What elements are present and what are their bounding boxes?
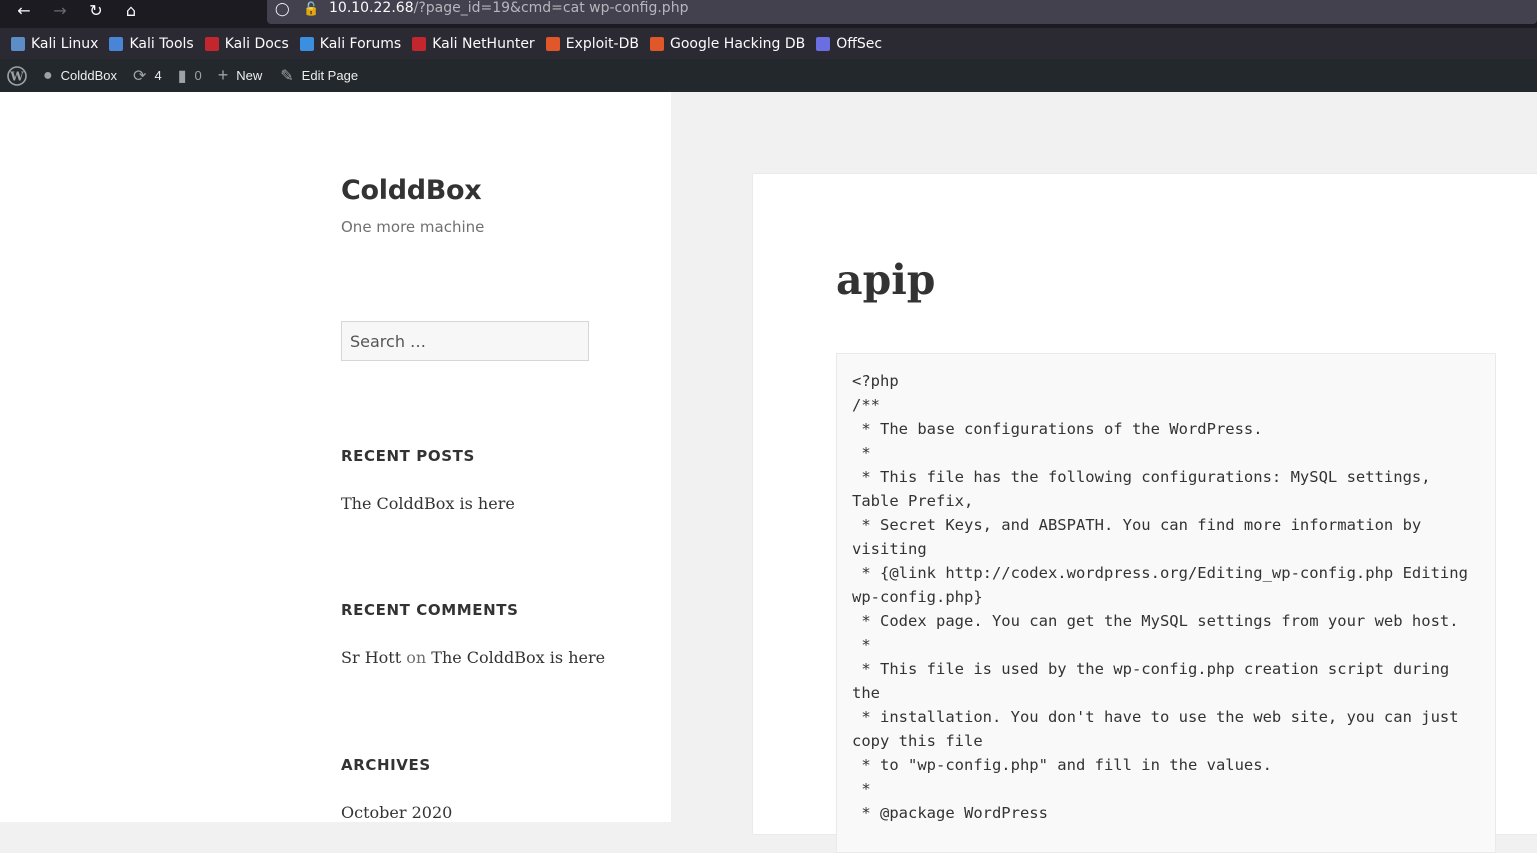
updates-count: 4 <box>154 68 162 83</box>
home-icon[interactable]: ⌂ <box>117 0 145 20</box>
comments-count: 0 <box>194 68 202 83</box>
code-line: Table Prefix, <box>852 492 974 510</box>
plus-icon: + <box>217 65 229 85</box>
url-bar[interactable]: ◯ 🔓 10.10.22.68/?page_id=19&cmd=cat wp-c… <box>267 0 1537 24</box>
code-line: visiting <box>852 540 927 558</box>
code-line: wp-config.php} <box>852 588 983 606</box>
code-line: * Codex page. You can get the MySQL sett… <box>852 612 1459 630</box>
code-line: * @package WordPress <box>852 804 1048 822</box>
back-arrow-icon[interactable]: ← <box>10 0 38 20</box>
bookmark-favicon-icon <box>299 36 314 51</box>
bookmark-label: Kali Forums <box>319 35 402 52</box>
tracking-shield-icon[interactable]: ◯ <box>275 2 290 17</box>
comment-on-text: on <box>406 648 427 667</box>
new-content-menu[interactable]: + New <box>218 59 263 92</box>
code-line: * <box>852 636 871 654</box>
bookmark-label: Exploit-DB <box>565 35 639 52</box>
svg-text:W: W <box>9 69 24 83</box>
code-line: * <box>852 780 871 798</box>
edit-page-label: Edit Page <box>301 68 359 83</box>
code-line: * Secret Keys, and ABSPATH. You can find… <box>852 516 1422 534</box>
bookmark-label: OffSec <box>836 35 883 52</box>
bookmark-label: Kali NetHunter <box>432 35 535 52</box>
page-article: apip <?php /** * The base configurations … <box>753 174 1537 853</box>
bookmark-item[interactable]: Google Hacking DB <box>649 35 806 52</box>
bookmark-favicon-icon <box>11 36 25 51</box>
bookmark-favicon-icon <box>545 36 560 51</box>
forward-arrow-icon[interactable]: → <box>46 0 74 20</box>
bookmark-item[interactable]: Exploit-DB <box>545 35 639 52</box>
wordpress-logo-icon[interactable]: W <box>7 59 27 92</box>
new-label: New <box>236 68 263 83</box>
bookmark-favicon-icon <box>204 36 219 51</box>
bookmark-favicon-icon <box>109 36 124 51</box>
code-line: /** <box>852 396 880 414</box>
sidebar: ColddBox One more machine RECENT POSTS T… <box>0 92 671 822</box>
page-title: apip <box>836 256 936 304</box>
wordpress-logo-svg: W <box>7 65 27 86</box>
updates-menu[interactable]: ⟳ 4 <box>133 59 162 92</box>
site-name-menu[interactable]: ● ColddBox <box>43 59 117 92</box>
recent-comment-item: Sr Hott on The ColddBox is here <box>341 648 605 667</box>
comment-bubble-icon: ▮ <box>177 67 187 85</box>
recent-post-link[interactable]: The ColddBox is here <box>341 494 515 513</box>
wp-admin-bar: W ● ColddBox ⟳ 4 ▮ 0 + New ✎ Edit Page <box>0 59 1537 92</box>
bookmark-item[interactable]: Kali Linux <box>11 36 98 52</box>
comment-author-link[interactable]: Sr Hott <box>341 648 401 667</box>
code-line: * {@link http://codex.wordpress.org/Edit… <box>852 564 1468 582</box>
reload-icon[interactable]: ↻ <box>82 0 110 20</box>
bookmark-item[interactable]: Kali Docs <box>204 35 289 52</box>
code-line: * This file has the following configurat… <box>852 468 1431 486</box>
dashboard-gauge-icon: ● <box>43 66 53 84</box>
code-line: * to "wp-config.php" and fill in the val… <box>852 756 1272 774</box>
archives-heading: ARCHIVES <box>341 756 431 774</box>
edit-page-link[interactable]: ✎ Edit Page <box>280 59 358 92</box>
bookmark-label: Kali Docs <box>224 35 289 52</box>
code-line: * The base configurations of the WordPre… <box>852 420 1263 438</box>
bookmark-item[interactable]: Kali Tools <box>109 35 194 52</box>
recent-comments-heading: RECENT COMMENTS <box>341 601 519 619</box>
bookmarks-bar: Kali Linux Kali Tools Kali Docs Kali Forums… <box>0 28 1537 59</box>
bookmark-label: Kali Linux <box>31 35 99 52</box>
insecure-lock-icon[interactable]: 🔓 <box>303 2 319 17</box>
code-line: copy this file <box>852 732 983 750</box>
code-line: * This file is used by the wp-config.php… <box>852 660 1450 678</box>
bookmark-item[interactable]: Kali NetHunter <box>412 35 535 52</box>
code-output-block: <?php /** * The base configurations of th… <box>836 353 1496 853</box>
url-path: /?page_id=19&cmd=cat wp-config.php <box>413 0 689 16</box>
bookmark-item[interactable]: OffSec <box>816 36 882 52</box>
code-line: <?php <box>852 372 899 390</box>
bookmark-label: Kali Tools <box>129 35 194 52</box>
comment-post-link[interactable]: The ColddBox is here <box>431 648 605 667</box>
bookmark-favicon-icon <box>412 36 427 51</box>
recent-posts-heading: RECENT POSTS <box>341 447 475 465</box>
url-text[interactable]: 10.10.22.68/?page_id=19&cmd=cat wp-confi… <box>329 0 688 16</box>
bookmark-item[interactable]: Kali Forums <box>299 35 402 52</box>
comments-menu[interactable]: ▮ 0 <box>178 59 202 92</box>
archive-link[interactable]: October 2020 <box>341 803 452 822</box>
site-title[interactable]: ColddBox <box>341 175 482 206</box>
bookmark-label: Google Hacking DB <box>669 35 806 52</box>
url-host: 10.10.22.68 <box>329 0 414 16</box>
search-input[interactable] <box>341 321 589 361</box>
bookmark-favicon-icon <box>649 36 664 51</box>
code-line: the <box>852 684 880 702</box>
code-line: * <box>852 444 871 462</box>
updates-icon: ⟳ <box>133 67 147 85</box>
site-description: One more machine <box>341 218 485 236</box>
site-name-label: ColddBox <box>60 68 118 83</box>
bookmark-favicon-icon <box>816 36 831 51</box>
browser-toolbar: ← → ↻ ⌂ ◯ 🔓 10.10.22.68/?page_id=19&cmd=… <box>0 0 1537 28</box>
code-line: * installation. You don't have to use th… <box>852 708 1459 726</box>
pencil-icon: ✎ <box>280 67 294 85</box>
